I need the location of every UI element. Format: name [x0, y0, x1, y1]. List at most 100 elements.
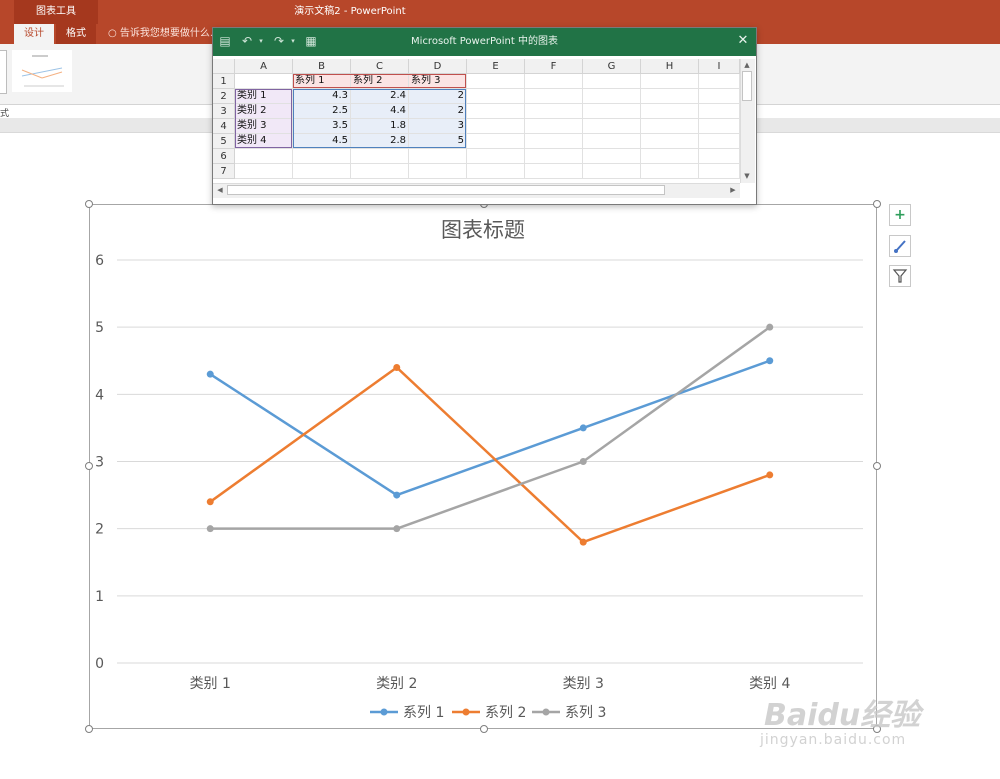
sheet-cell[interactable] — [467, 74, 525, 89]
sheet-cell[interactable]: 4.5 — [293, 134, 351, 149]
chart-data-window[interactable]: Microsoft PowerPoint 中的图表 ▤ ↶ ▾ ↷ ▾ ▦ ✕ … — [212, 27, 757, 205]
sheet-cell[interactable] — [235, 74, 293, 89]
sheet-cell[interactable] — [583, 119, 641, 134]
edit-in-excel-icon[interactable]: ▦ — [303, 33, 319, 49]
data-point[interactable] — [393, 491, 401, 499]
data-point[interactable] — [393, 363, 401, 371]
row-header[interactable]: 4 — [213, 119, 235, 134]
sheet-cell[interactable]: 3 — [409, 119, 467, 134]
row-header[interactable]: 1 — [213, 74, 235, 89]
column-header[interactable]: I — [699, 59, 740, 74]
sheet-cell[interactable] — [641, 119, 699, 134]
row-header[interactable]: 7 — [213, 164, 235, 179]
chevron-down-icon[interactable]: ▾ — [253, 33, 269, 49]
sheet-cell[interactable] — [641, 134, 699, 149]
sheet-cell[interactable] — [467, 134, 525, 149]
chart-styles-button[interactable] — [889, 235, 911, 257]
horizontal-scroll-thumb[interactable] — [227, 185, 665, 195]
sheet-cell[interactable]: 类别 2 — [235, 104, 293, 119]
data-point[interactable] — [579, 538, 587, 546]
sheet-cell[interactable] — [235, 149, 293, 164]
column-header[interactable]: G — [583, 59, 641, 74]
sheet-cell[interactable] — [699, 149, 740, 164]
sheet-cell[interactable]: 1.8 — [351, 119, 409, 134]
sheet-cell[interactable] — [525, 134, 583, 149]
sheet-cell[interactable]: 2.4 — [351, 89, 409, 104]
data-point[interactable] — [206, 370, 214, 378]
sheet-cell[interactable] — [525, 74, 583, 89]
legend-label[interactable]: 系列 1 — [403, 705, 444, 721]
sheet-cell[interactable] — [525, 149, 583, 164]
select-all-corner[interactable] — [213, 59, 235, 74]
sheet-cell[interactable] — [467, 104, 525, 119]
vertical-scroll-thumb[interactable] — [742, 71, 752, 101]
sheet-cell[interactable]: 系列 3 — [409, 74, 467, 89]
sheet-cell[interactable] — [351, 164, 409, 179]
series-line[interactable] — [209, 366, 771, 544]
scroll-up-arrow-icon[interactable]: ▲ — [741, 59, 753, 71]
sheet-cell[interactable]: 2 — [409, 104, 467, 119]
legend-label[interactable]: 系列 2 — [485, 705, 526, 721]
save-icon[interactable]: ▤ — [217, 33, 233, 49]
scroll-down-arrow-icon[interactable]: ▼ — [741, 170, 753, 182]
sheet-cell[interactable] — [351, 149, 409, 164]
sheet-cell[interactable]: 2 — [409, 89, 467, 104]
data-point[interactable] — [766, 323, 774, 331]
sheet-cell[interactable]: 5 — [409, 134, 467, 149]
sheet-cell[interactable] — [293, 164, 351, 179]
sheet-cell[interactable]: 系列 1 — [293, 74, 351, 89]
sheet-cell[interactable]: 2.8 — [351, 134, 409, 149]
sheet-cell[interactable] — [409, 164, 467, 179]
sheet-cell[interactable] — [583, 104, 641, 119]
column-header[interactable]: B — [293, 59, 351, 74]
close-icon[interactable]: ✕ — [735, 32, 751, 50]
sheet-cell[interactable] — [583, 134, 641, 149]
scroll-right-arrow-icon[interactable]: ▶ — [727, 184, 739, 196]
sheet-cell[interactable] — [699, 164, 740, 179]
data-point[interactable] — [766, 471, 774, 479]
chart-filters-button[interactable] — [889, 265, 911, 287]
sheet-cell[interactable] — [641, 149, 699, 164]
sheet-cell[interactable]: 4.3 — [293, 89, 351, 104]
sheet-cell[interactable] — [641, 89, 699, 104]
sheet-cell[interactable] — [525, 119, 583, 134]
spreadsheet-grid[interactable]: A B C D E F G H I 1 系列 1 系列 2 系列 3 2 类别 1 4.3 2.4 2 3 类别 22… — [213, 59, 740, 183]
sheet-cell[interactable]: 系列 2 — [351, 74, 409, 89]
sheet-cell[interactable]: 类别 4 — [235, 134, 293, 149]
sheet-cell[interactable] — [235, 164, 293, 179]
sheet-cell[interactable]: 4.4 — [351, 104, 409, 119]
sheet-cell[interactable] — [699, 74, 740, 89]
sheet-cell[interactable] — [641, 164, 699, 179]
sheet-cell[interactable] — [467, 89, 525, 104]
sheet-cell[interactable] — [583, 164, 641, 179]
data-point[interactable] — [766, 357, 774, 365]
sheet-cell[interactable] — [583, 89, 641, 104]
column-header[interactable]: H — [641, 59, 699, 74]
chevron-down-icon[interactable]: ▾ — [285, 33, 301, 49]
sheet-cell[interactable] — [641, 74, 699, 89]
sheet-cell[interactable] — [699, 134, 740, 149]
row-header[interactable]: 3 — [213, 104, 235, 119]
series-line[interactable] — [209, 359, 771, 497]
column-header[interactable]: E — [467, 59, 525, 74]
chart-elements-button[interactable]: + — [889, 204, 911, 226]
data-point[interactable] — [393, 525, 401, 533]
column-header[interactable]: D — [409, 59, 467, 74]
sheet-cell[interactable] — [525, 104, 583, 119]
row-header[interactable]: 6 — [213, 149, 235, 164]
sheet-cell[interactable] — [699, 104, 740, 119]
data-point[interactable] — [206, 525, 214, 533]
sheet-cell[interactable] — [467, 149, 525, 164]
scroll-left-arrow-icon[interactable]: ◀ — [214, 184, 226, 196]
sheet-cell[interactable]: 2.5 — [293, 104, 351, 119]
column-header[interactable]: A — [235, 59, 293, 74]
sheet-cell[interactable] — [699, 119, 740, 134]
column-header[interactable]: C — [351, 59, 409, 74]
sheet-cell[interactable]: 类别 3 — [235, 119, 293, 134]
row-header[interactable]: 5 — [213, 134, 235, 149]
data-point[interactable] — [206, 498, 214, 506]
sheet-cell[interactable] — [467, 119, 525, 134]
sheet-cell[interactable] — [583, 74, 641, 89]
data-point[interactable] — [579, 424, 587, 432]
column-header[interactable]: F — [525, 59, 583, 74]
